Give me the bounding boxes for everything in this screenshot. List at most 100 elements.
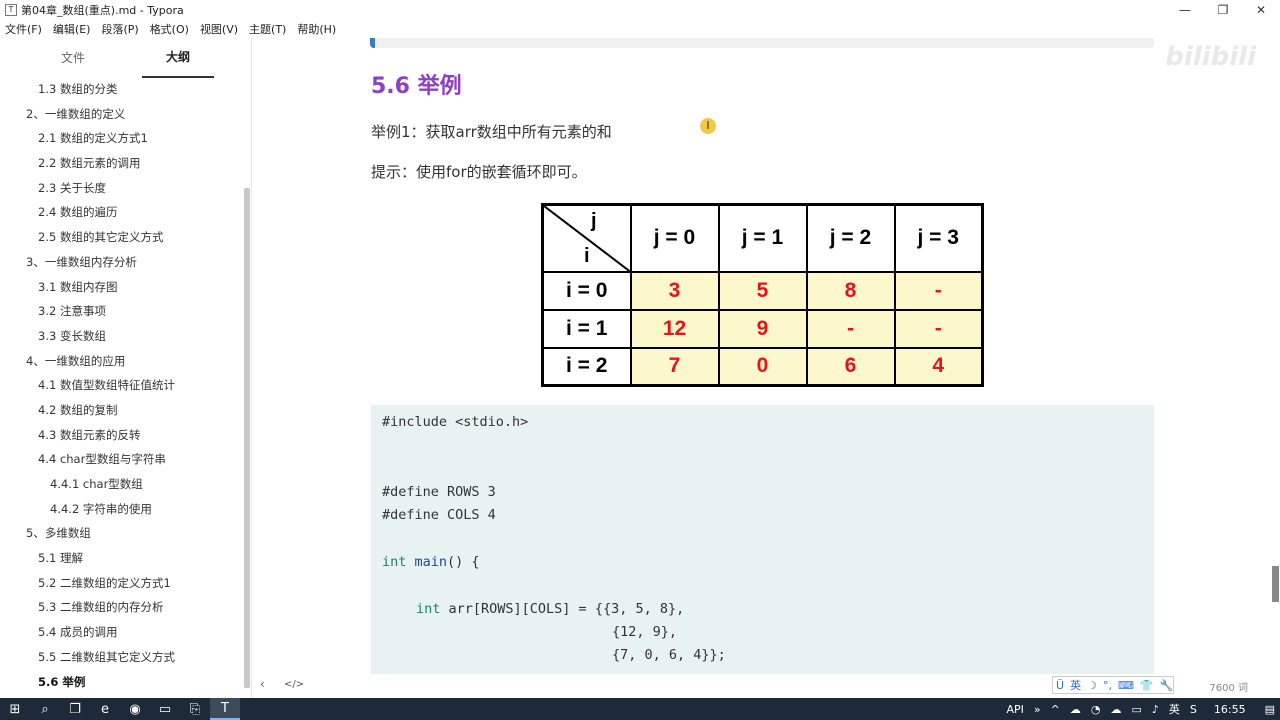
table-row: i = 1 12 9 - - xyxy=(541,308,984,349)
editor-scrollbar[interactable] xyxy=(1272,566,1279,602)
tray-app-icon[interactable]: ◔ xyxy=(1091,703,1101,716)
toggle-sidebar-icon[interactable]: ‹ xyxy=(260,677,265,691)
sidebar-scrollbar[interactable] xyxy=(244,188,250,688)
outline-item[interactable]: 4.3 数组元素的反转 xyxy=(0,423,244,448)
tray-api-label[interactable]: API xyxy=(1007,703,1024,716)
word-count[interactable]: 7600 词 xyxy=(1209,679,1248,694)
text-cursor-icon: I xyxy=(700,118,716,134)
chrome-icon[interactable]: ◉ xyxy=(120,698,150,720)
outline-item[interactable]: 3.3 变长数组 xyxy=(0,324,244,349)
tab-files[interactable]: 文件 xyxy=(37,38,109,78)
sidebar-tabs: 文件 大纲 xyxy=(0,38,251,78)
example-text: 举例1：获取arr数组中所有元素的和 xyxy=(371,123,612,141)
windows-start-icon[interactable]: ⊞ xyxy=(0,698,30,720)
ide-icon[interactable]: ⎘ xyxy=(180,698,210,720)
sidebar: 文件 大纲 1.3 数组的分类 2、一维数组的定义 2.1 数组的定义方式1 2.2 … xyxy=(0,38,252,698)
outline-item[interactable]: 5.2 二维数组的定义方式1 xyxy=(0,571,244,596)
edge-icon[interactable]: e xyxy=(90,698,120,720)
menu-paragraph[interactable]: 段落(P) xyxy=(101,21,138,37)
ime-keyboard-icon[interactable]: ⌨ xyxy=(1118,679,1134,692)
outline-item[interactable]: 2.2 数组元素的调用 xyxy=(0,151,244,176)
task-view-icon[interactable]: ❐ xyxy=(60,698,90,720)
menu-theme[interactable]: 主题(T) xyxy=(249,21,286,37)
ime-moon-icon[interactable]: ☽ xyxy=(1087,679,1097,692)
ime-language[interactable]: 英 xyxy=(1070,677,1081,693)
outline-item[interactable]: 3.2 注意事项 xyxy=(0,299,244,324)
hint-text: 提示：使用for的嵌套循环即可。 xyxy=(371,163,587,181)
tray-volume-icon[interactable]: ♪ xyxy=(1152,703,1159,716)
outline-item[interactable]: 2.5 数组的其它定义方式 xyxy=(0,225,244,250)
menu-view[interactable]: 视图(V) xyxy=(200,21,238,37)
tray-app-icon[interactable]: ☁ xyxy=(1070,703,1081,716)
typora-taskbar-icon[interactable]: T xyxy=(210,698,240,720)
tray-network-icon[interactable]: ▭ xyxy=(1131,703,1141,716)
array-image-table: j i j = 0 j = 1 j = 2 j = 3 i = 0 3 5 8 … xyxy=(541,203,984,387)
outline-item[interactable]: 4.4 char型数组与字符串 xyxy=(0,447,244,472)
table-cell: 7 xyxy=(629,346,720,387)
code-line: #define ROWS 3 xyxy=(382,484,496,500)
notification-icon[interactable]: ▤ xyxy=(1265,703,1275,716)
tab-outline[interactable]: 大纲 xyxy=(142,38,214,78)
outline-item[interactable]: 3.1 数组内存图 xyxy=(0,275,244,300)
row-header: i = 0 xyxy=(541,270,632,311)
outline-item[interactable]: 4.4.2 字符串的使用 xyxy=(0,497,244,522)
ime-logo-icon[interactable]: Ü xyxy=(1056,679,1064,692)
outline-item[interactable]: 4.2 数组的复制 xyxy=(0,398,244,423)
maximize-button[interactable]: ❐ xyxy=(1204,0,1242,19)
outline-item[interactable]: 2.4 数组的遍历 xyxy=(0,200,244,225)
outline-item[interactable]: 3、一维数组内存分析 xyxy=(0,250,244,275)
code-text: () { xyxy=(447,554,480,570)
col-header: j = 2 xyxy=(805,203,896,273)
editor-area[interactable]: bilibili 5.6 举例 举例1：获取arr数组中所有元素的和 I 提示：… xyxy=(252,38,1280,674)
bilibili-watermark: bilibili xyxy=(1165,42,1256,72)
system-tray: API » ^ ☁ ◔ ☁ ▭ ♪ 英 S 16:55 ▤ xyxy=(1002,698,1280,720)
corner-label-i: i xyxy=(584,244,590,267)
menu-edit[interactable]: 编辑(E) xyxy=(53,21,91,37)
code-line: int arr[ROWS][COLS] = {{3, 5, 8}, xyxy=(416,601,684,617)
code-block[interactable]: #include <stdio.h> #define ROWS 3 #defin… xyxy=(371,405,1154,674)
outline-item[interactable]: 5.1 理解 xyxy=(0,546,244,571)
menu-format[interactable]: 格式(O) xyxy=(150,21,189,37)
outline-item[interactable]: 4.1 数值型数组特征值统计 xyxy=(0,373,244,398)
window-title: 第04章_数组(重点).md - Typora xyxy=(21,3,184,17)
clock[interactable]: 16:55 xyxy=(1214,703,1246,716)
outline-item[interactable]: 4、一维数组的应用 xyxy=(0,349,244,374)
outline-item[interactable]: 2.1 数组的定义方式1 xyxy=(0,126,244,151)
file-explorer-icon[interactable]: ▭ xyxy=(150,698,180,720)
outline-item[interactable]: 4.4.1 char型数组 xyxy=(0,472,244,497)
search-icon[interactable]: ⌕ xyxy=(30,698,60,720)
row-header: i = 2 xyxy=(541,346,632,387)
menu-bar: 文件(F) 编辑(E) 段落(P) 格式(O) 视图(V) 主题(T) 帮助(H… xyxy=(0,19,1280,38)
menu-help[interactable]: 帮助(H) xyxy=(297,21,336,37)
outline-item[interactable]: 5.4 成员的调用 xyxy=(0,620,244,645)
outline-item[interactable]: 1.3 数组的分类 xyxy=(0,77,244,102)
table-cell: 8 xyxy=(805,270,896,311)
tray-language[interactable]: 英 xyxy=(1169,701,1180,717)
taskbar: ⊞ ⌕ ❐ e ◉ ▭ ⎘ T API » ^ ☁ ◔ ☁ ▭ ♪ 英 S 16… xyxy=(0,698,1280,720)
table-cell: 0 xyxy=(717,346,808,387)
table-cell: 5 xyxy=(717,270,808,311)
code-line: int main() { xyxy=(382,554,480,570)
corner-label-j: j xyxy=(590,210,597,232)
tray-cloud-icon[interactable]: ☁ xyxy=(1110,703,1121,716)
tray-overflow-icon[interactable]: » xyxy=(1034,703,1041,716)
source-code-mode-icon[interactable]: </> xyxy=(284,679,304,690)
table-row: i = 2 7 0 6 4 xyxy=(541,346,984,387)
ime-tools-icon[interactable]: 🔧 xyxy=(1160,679,1174,692)
ime-skin-icon[interactable]: 👕 xyxy=(1140,679,1154,692)
close-button[interactable]: ✕ xyxy=(1242,0,1280,19)
outline-item[interactable]: 2、一维数组的定义 xyxy=(0,102,244,127)
outline-item[interactable]: 5.3 二维数组的内存分析 xyxy=(0,595,244,620)
outline-item[interactable]: 5.6 举例 xyxy=(0,670,244,695)
tray-expand-icon[interactable]: ^ xyxy=(1051,703,1060,716)
outline-item[interactable]: 5.5 二维数组其它定义方式 xyxy=(0,645,244,670)
ime-toolbar[interactable]: Ü 英 ☽ °, ⌨ 👕 🔧 xyxy=(1052,676,1174,694)
minimize-button[interactable]: — xyxy=(1166,0,1204,19)
menu-file[interactable]: 文件(F) xyxy=(5,21,42,37)
outline-item[interactable]: 2.3 关于长度 xyxy=(0,176,244,201)
ime-punct-icon[interactable]: °, xyxy=(1103,679,1112,692)
outline-item[interactable]: 5、多维数组 xyxy=(0,521,244,546)
table-cell: - xyxy=(805,308,896,349)
table-cell: 4 xyxy=(893,346,984,387)
tray-ime-icon[interactable]: S xyxy=(1190,703,1197,716)
